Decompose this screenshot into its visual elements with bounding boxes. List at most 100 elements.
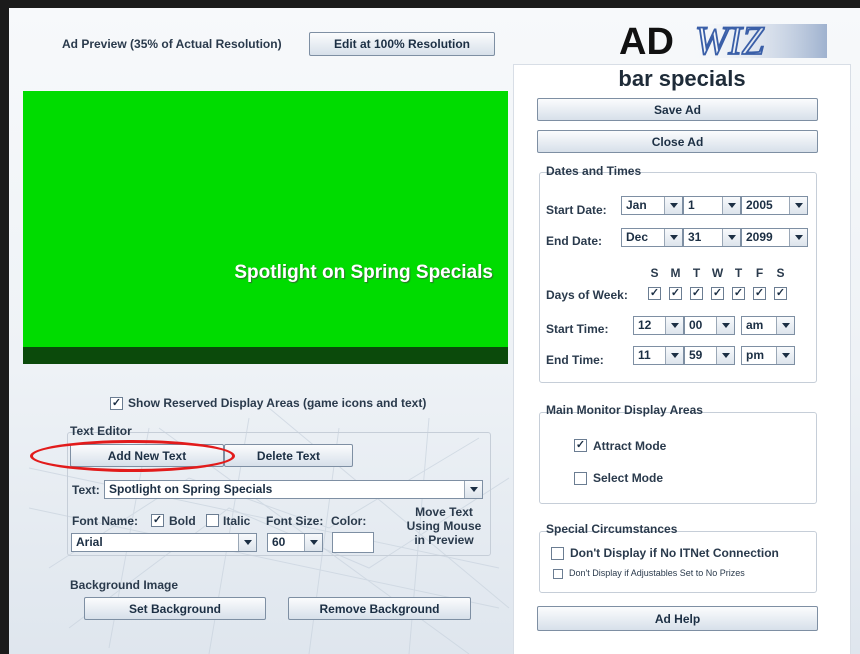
set-background-button[interactable]: Set Background [84,597,266,620]
logo-ad-text: AD [619,21,674,60]
bold-checkbox[interactable]: ✓ [151,514,164,527]
special-circumstances-legend: Special Circumstances [546,522,678,536]
start-year-value: 2005 [746,198,773,212]
font-size-label: Font Size: [266,514,324,528]
font-name-value: Arial [76,535,103,549]
day-checkbox-fri[interactable]: ✓ [753,287,766,300]
start-hour-value: 12 [638,318,652,332]
dates-and-times-legend: Dates and Times [546,164,642,178]
end-minute-value: 59 [689,348,703,362]
special-circumstances-group [539,531,817,593]
chevron-down-icon [776,317,794,334]
end-day-select[interactable]: 31 [683,228,741,247]
font-size-select[interactable]: 60 [267,533,323,552]
adwiz-logo: AD WIZ [619,17,827,60]
start-month-value: Jan [626,198,647,212]
no-itnet-label: Don't Display if No ITNet Connection [570,546,779,560]
day-checkbox-thu[interactable]: ✓ [732,287,745,300]
chevron-down-icon [238,534,256,551]
chevron-down-icon [665,317,683,334]
reserved-areas-label: Show Reserved Display Areas (game icons … [128,396,427,410]
edit-full-resolution-button[interactable]: Edit at 100% Resolution [309,32,495,56]
text-editor-legend: Text Editor [70,424,132,438]
start-date-label: Start Date: [546,203,607,217]
no-itnet-checkbox[interactable] [551,547,564,560]
chevron-down-icon [464,481,482,498]
main-monitor-legend: Main Monitor Display Areas [546,403,703,417]
day-letter-mon: M [670,266,681,280]
end-hour-value: 11 [638,348,651,362]
day-letter-wed: W [711,266,724,280]
close-ad-button[interactable]: Close Ad [537,130,818,153]
end-year-select[interactable]: 2099 [741,228,808,247]
start-minute-value: 00 [689,318,703,332]
days-of-week-label: Days of Week: [546,288,628,302]
start-time-label: Start Time: [546,322,609,336]
move-hint-line-2: Using Mouse [406,519,482,533]
no-prizes-checkbox[interactable] [553,569,563,579]
chevron-down-icon [716,347,734,364]
start-day-value: 1 [688,198,695,212]
start-year-select[interactable]: 2005 [741,196,808,215]
day-checkbox-tue[interactable]: ✓ [690,287,703,300]
chevron-down-icon [304,534,322,551]
day-checkbox-sun[interactable]: ✓ [648,287,661,300]
ad-preview-canvas[interactable] [23,91,508,364]
end-month-select[interactable]: Dec [621,228,683,247]
end-ampm-select[interactable]: pm [741,346,795,365]
logo-wiz-text: WIZ [695,18,765,60]
day-letter-fri: F [755,266,764,280]
day-letter-thu: T [734,266,743,280]
preview-text-item[interactable]: Spotlight on Spring Specials [23,262,493,284]
end-minute-select[interactable]: 59 [684,346,735,365]
move-text-hint: Move Text Using Mouse in Preview [400,505,488,547]
color-swatch[interactable] [332,532,374,553]
reserved-areas-checkbox[interactable]: ✓ [110,397,123,410]
save-ad-button[interactable]: Save Ad [537,98,818,121]
start-ampm-select[interactable]: am [741,316,795,335]
start-month-select[interactable]: Jan [621,196,683,215]
start-day-select[interactable]: 1 [683,196,741,215]
main-monitor-group [539,412,817,504]
end-year-value: 2099 [746,230,773,244]
chevron-down-icon [776,347,794,364]
day-checkbox-mon[interactable]: ✓ [669,287,682,300]
select-mode-label: Select Mode [593,471,664,485]
chevron-down-icon [665,347,683,364]
start-hour-select[interactable]: 12 [633,316,684,335]
day-letter-sat: S [776,266,785,280]
start-minute-select[interactable]: 00 [684,316,735,335]
day-letter-sun: S [650,266,659,280]
end-hour-select[interactable]: 11 [633,346,684,365]
day-checkbox-wed[interactable]: ✓ [711,287,724,300]
no-prizes-label: Don't Display if Adjustables Set to No P… [569,568,745,578]
chevron-down-icon [789,197,807,214]
attract-mode-checkbox[interactable]: ✓ [574,439,587,452]
window-top-edge [0,0,860,8]
move-hint-line-1: Move Text [415,505,473,519]
chevron-down-icon [789,229,807,246]
attract-mode-label: Attract Mode [593,439,667,453]
remove-background-button[interactable]: Remove Background [288,597,471,620]
italic-label: Italic [223,514,251,528]
ad-title: bar specials [618,66,746,91]
select-mode-checkbox[interactable] [574,472,587,485]
day-checkbox-sat[interactable]: ✓ [774,287,787,300]
end-day-value: 31 [688,230,702,244]
ad-help-button[interactable]: Ad Help [537,606,818,631]
font-size-value: 60 [272,535,286,549]
italic-checkbox[interactable] [206,514,219,527]
start-ampm-value: am [746,318,764,332]
chevron-down-icon [664,197,682,214]
chevron-down-icon [716,317,734,334]
text-select-value: Spotlight on Spring Specials [109,482,273,496]
delete-text-button[interactable]: Delete Text [224,444,353,467]
end-month-value: Dec [626,230,649,244]
font-name-select[interactable]: Arial [71,533,257,552]
move-hint-line-3: in Preview [414,533,474,547]
end-date-label: End Date: [546,234,603,248]
preview-resolution-label: Ad Preview (35% of Actual Resolution) [62,37,282,51]
color-label: Color: [331,514,367,528]
text-select[interactable]: Spotlight on Spring Specials [104,480,483,499]
end-ampm-value: pm [746,348,764,362]
